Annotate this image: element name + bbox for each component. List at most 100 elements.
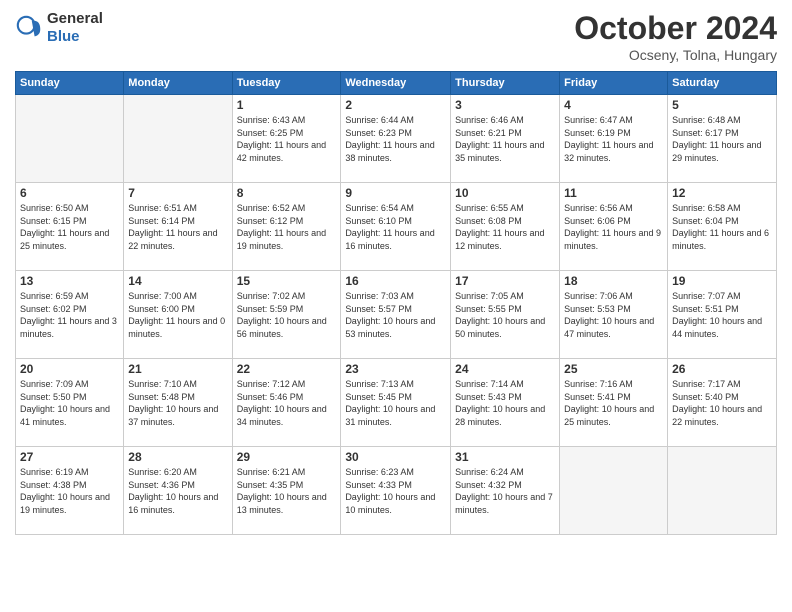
page-container: General Blue October 2024 Ocseny, Tolna,…: [0, 0, 792, 540]
day-number: 29: [237, 450, 337, 464]
calendar-day-cell: 18 Sunrise: 7:06 AMSunset: 5:53 PMDayligh…: [560, 271, 668, 359]
day-number: 11: [564, 186, 663, 200]
calendar-day-cell: 31 Sunrise: 6:24 AMSunset: 4:32 PMDayligh…: [451, 447, 560, 535]
day-number: 18: [564, 274, 663, 288]
day-number: 19: [672, 274, 772, 288]
day-info: Sunrise: 6:23 AMSunset: 4:33 PMDaylight:…: [345, 466, 446, 516]
calendar-day-cell: 17 Sunrise: 7:05 AMSunset: 5:55 PMDayligh…: [451, 271, 560, 359]
day-info: Sunrise: 6:48 AMSunset: 6:17 PMDaylight:…: [672, 114, 772, 164]
header: General Blue October 2024 Ocseny, Tolna,…: [15, 10, 777, 63]
calendar-week-row: 1 Sunrise: 6:43 AMSunset: 6:25 PMDaylight…: [16, 95, 777, 183]
day-number: 20: [20, 362, 119, 376]
calendar-day-cell: 21Sunrise: 7:10 AMSunset: 5:48 PMDayligh…: [124, 359, 232, 447]
calendar-header-row: SundayMondayTuesdayWednesdayThursdayFrid…: [16, 72, 777, 95]
day-info: Sunrise: 7:09 AMSunset: 5:50 PMDaylight:…: [20, 378, 119, 428]
day-number: 26: [672, 362, 772, 376]
calendar-day-cell: 22 Sunrise: 7:12 AMSunset: 5:46 PMDayligh…: [232, 359, 341, 447]
calendar-day-cell: 10 Sunrise: 6:55 AMSunset: 6:08 PMDayligh…: [451, 183, 560, 271]
calendar-day-cell: 29 Sunrise: 6:21 AMSunset: 4:35 PMDayligh…: [232, 447, 341, 535]
day-info: Sunrise: 6:51 AMSunset: 6:14 PMDaylight:…: [128, 202, 227, 252]
day-number: 5: [672, 98, 772, 112]
calendar-day-cell: 27Sunrise: 6:19 AMSunset: 4:38 PMDayligh…: [16, 447, 124, 535]
day-info: Sunrise: 6:24 AMSunset: 4:32 PMDaylight:…: [455, 466, 555, 516]
calendar-day-cell: 3Sunrise: 6:46 AMSunset: 6:21 PMDaylight…: [451, 95, 560, 183]
day-info: Sunrise: 6:47 AMSunset: 6:19 PMDaylight:…: [564, 114, 663, 164]
calendar-day-cell: 28 Sunrise: 6:20 AMSunset: 4:36 PMDayligh…: [124, 447, 232, 535]
day-number: 28: [128, 450, 227, 464]
day-number: 23: [345, 362, 446, 376]
calendar-day-cell: 26 Sunrise: 7:17 AMSunset: 5:40 PMDayligh…: [668, 359, 777, 447]
calendar-header-thursday: Thursday: [451, 72, 560, 95]
day-info: Sunrise: 6:55 AMSunset: 6:08 PMDaylight:…: [455, 202, 555, 252]
calendar-day-cell: 12 Sunrise: 6:58 AMSunset: 6:04 PMDayligh…: [668, 183, 777, 271]
calendar-day-cell: [560, 447, 668, 535]
calendar-week-row: 27Sunrise: 6:19 AMSunset: 4:38 PMDayligh…: [16, 447, 777, 535]
day-info: Sunrise: 7:00 AMSunset: 6:00 PMDaylight:…: [128, 290, 227, 340]
day-number: 30: [345, 450, 446, 464]
day-info: Sunrise: 7:06 AMSunset: 5:53 PMDaylight:…: [564, 290, 663, 340]
calendar-day-cell: 11 Sunrise: 6:56 AMSunset: 6:06 PMDayligh…: [560, 183, 668, 271]
day-number: 2: [345, 98, 446, 112]
calendar-header-tuesday: Tuesday: [232, 72, 341, 95]
day-info: Sunrise: 7:14 AMSunset: 5:43 PMDaylight:…: [455, 378, 555, 428]
month-title: October 2024: [574, 10, 777, 47]
logo-general: General: [47, 10, 103, 27]
day-info: Sunrise: 7:05 AMSunset: 5:55 PMDaylight:…: [455, 290, 555, 340]
day-info: Sunrise: 6:20 AMSunset: 4:36 PMDaylight:…: [128, 466, 227, 516]
day-info: Sunrise: 6:56 AMSunset: 6:06 PMDaylight:…: [564, 202, 663, 252]
calendar-day-cell: [668, 447, 777, 535]
logo: General Blue: [15, 10, 103, 46]
calendar-day-cell: [124, 95, 232, 183]
day-info: Sunrise: 6:50 AMSunset: 6:15 PMDaylight:…: [20, 202, 119, 252]
calendar-day-cell: 1 Sunrise: 6:43 AMSunset: 6:25 PMDaylight…: [232, 95, 341, 183]
day-number: 4: [564, 98, 663, 112]
calendar-day-cell: 9Sunrise: 6:54 AMSunset: 6:10 PMDaylight…: [341, 183, 451, 271]
calendar-day-cell: 6 Sunrise: 6:50 AMSunset: 6:15 PMDaylight…: [16, 183, 124, 271]
day-number: 16: [345, 274, 446, 288]
day-number: 1: [237, 98, 337, 112]
day-info: Sunrise: 7:17 AMSunset: 5:40 PMDaylight:…: [672, 378, 772, 428]
calendar-day-cell: 30 Sunrise: 6:23 AMSunset: 4:33 PMDayligh…: [341, 447, 451, 535]
day-number: 25: [564, 362, 663, 376]
day-number: 21: [128, 362, 227, 376]
day-info: Sunrise: 7:13 AMSunset: 5:45 PMDaylight:…: [345, 378, 446, 428]
calendar-day-cell: 4 Sunrise: 6:47 AMSunset: 6:19 PMDaylight…: [560, 95, 668, 183]
day-info: Sunrise: 7:16 AMSunset: 5:41 PMDaylight:…: [564, 378, 663, 428]
calendar-day-cell: 19 Sunrise: 7:07 AMSunset: 5:51 PMDayligh…: [668, 271, 777, 359]
day-number: 31: [455, 450, 555, 464]
day-info: Sunrise: 6:58 AMSunset: 6:04 PMDaylight:…: [672, 202, 772, 252]
day-info: Sunrise: 6:43 AMSunset: 6:25 PMDaylight:…: [237, 114, 337, 164]
day-number: 17: [455, 274, 555, 288]
day-info: Sunrise: 6:52 AMSunset: 6:12 PMDaylight:…: [237, 202, 337, 252]
calendar-header-saturday: Saturday: [668, 72, 777, 95]
day-info: Sunrise: 7:07 AMSunset: 5:51 PMDaylight:…: [672, 290, 772, 340]
calendar-week-row: 6 Sunrise: 6:50 AMSunset: 6:15 PMDaylight…: [16, 183, 777, 271]
calendar-day-cell: 25 Sunrise: 7:16 AMSunset: 5:41 PMDayligh…: [560, 359, 668, 447]
calendar-day-cell: 2Sunrise: 6:44 AMSunset: 6:23 PMDaylight…: [341, 95, 451, 183]
day-number: 24: [455, 362, 555, 376]
day-info: Sunrise: 7:12 AMSunset: 5:46 PMDaylight:…: [237, 378, 337, 428]
day-number: 15: [237, 274, 337, 288]
calendar-day-cell: [16, 95, 124, 183]
calendar-day-cell: 8 Sunrise: 6:52 AMSunset: 6:12 PMDaylight…: [232, 183, 341, 271]
day-number: 6: [20, 186, 119, 200]
day-info: Sunrise: 6:21 AMSunset: 4:35 PMDaylight:…: [237, 466, 337, 516]
day-info: Sunrise: 7:02 AMSunset: 5:59 PMDaylight:…: [237, 290, 337, 340]
calendar-header-friday: Friday: [560, 72, 668, 95]
calendar-day-cell: 5 Sunrise: 6:48 AMSunset: 6:17 PMDaylight…: [668, 95, 777, 183]
calendar-day-cell: 13 Sunrise: 6:59 AMSunset: 6:02 PMDayligh…: [16, 271, 124, 359]
day-number: 12: [672, 186, 772, 200]
day-number: 7: [128, 186, 227, 200]
calendar-body: 1 Sunrise: 6:43 AMSunset: 6:25 PMDaylight…: [16, 95, 777, 535]
day-number: 13: [20, 274, 119, 288]
calendar-day-cell: 14Sunrise: 7:00 AMSunset: 6:00 PMDayligh…: [124, 271, 232, 359]
day-info: Sunrise: 7:03 AMSunset: 5:57 PMDaylight:…: [345, 290, 446, 340]
day-info: Sunrise: 6:59 AMSunset: 6:02 PMDaylight:…: [20, 290, 119, 340]
day-info: Sunrise: 6:46 AMSunset: 6:21 PMDaylight:…: [455, 114, 555, 164]
calendar-day-cell: 16 Sunrise: 7:03 AMSunset: 5:57 PMDayligh…: [341, 271, 451, 359]
calendar-table: SundayMondayTuesdayWednesdayThursdayFrid…: [15, 71, 777, 535]
day-number: 10: [455, 186, 555, 200]
day-number: 22: [237, 362, 337, 376]
day-number: 8: [237, 186, 337, 200]
logo-blue: Blue: [47, 28, 80, 45]
